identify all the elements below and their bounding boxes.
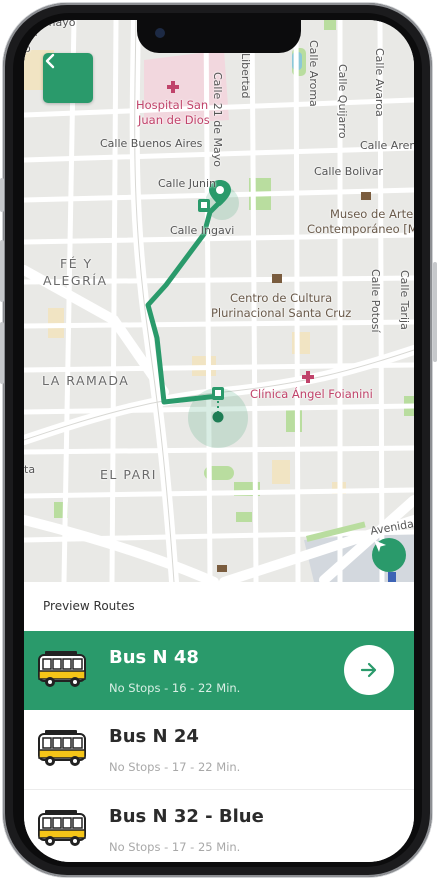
route-item-bus-48[interactable]: Bus N 48 No Stops - 16 - 22 Min. <box>24 631 414 710</box>
map-label-street: Calle Ingavi <box>170 224 235 237</box>
map-label-street: Calle Potosí <box>369 269 382 333</box>
map-label-street: Calle Quijarro <box>336 64 349 139</box>
back-button[interactable] <box>43 53 93 103</box>
map-label-street: Calle Aroma <box>307 40 320 107</box>
locate-button[interactable] <box>372 538 406 572</box>
map-label-district: LA RAMADA <box>42 373 130 388</box>
go-button[interactable] <box>344 645 394 695</box>
map-label-cultural-center: Plurinacional Santa Cruz <box>211 306 352 320</box>
map-label-street: Calle Bolivar <box>314 165 383 178</box>
map-label-hospital: Hospital San <box>136 98 209 112</box>
map-label-hospital: Juan de Dios <box>138 113 210 127</box>
mute-switch <box>0 178 4 212</box>
map-label-street: Calle Tarija <box>398 270 411 330</box>
route-item-bus-32[interactable]: Bus N 32 - Blue No Stops - 17 - 25 Min. <box>24 790 414 862</box>
map-label-street: Calle Buenos Aires <box>100 137 203 150</box>
map-label-clinic: Clínica Ángel Foianini <box>250 387 373 401</box>
route-name: Bus N 32 - Blue <box>109 806 264 827</box>
map-label-street: Libertad <box>239 53 252 99</box>
map-label-street: Calle Junin <box>158 177 217 190</box>
map-label-museum: Museo de Arte <box>330 207 414 221</box>
chevron-left-icon <box>45 53 55 69</box>
map-label-fragment: amayo <box>38 20 76 29</box>
navigation-arrow-icon <box>374 540 386 552</box>
notch <box>137 20 301 53</box>
camera-icon <box>155 28 165 38</box>
route-meta: No Stops - 17 - 25 Min. <box>109 840 241 854</box>
map-label-fragment: na <box>24 26 38 39</box>
map-label-street: Calle 21 de Mayo <box>211 72 224 168</box>
volume-up-button <box>0 240 4 302</box>
bus-icon <box>38 810 86 846</box>
volume-down-button <box>0 322 4 384</box>
route-meta: No Stops - 16 - 22 Min. <box>109 681 241 695</box>
map-label-street: Calle Aren <box>360 139 414 152</box>
route-name: Bus N 48 <box>109 647 199 668</box>
map-label-cultural-center: Centro de Cultura <box>230 291 333 305</box>
sheet-title: Preview Routes <box>43 599 135 613</box>
map-label-district: FÉ Y <box>60 256 93 271</box>
map-label-district: EL PARI <box>100 467 157 482</box>
arrow-right-icon <box>360 662 377 678</box>
bus-icon <box>38 730 86 766</box>
map-label-fragment: ta <box>24 463 36 476</box>
route-map[interactable]: amayo na o Hospital San Juan de Dios Cal… <box>24 20 414 582</box>
route-meta: No Stops - 17 - 22 Min. <box>109 760 241 774</box>
route-name: Bus N 24 <box>109 726 199 747</box>
app-screen: amayo na o Hospital San Juan de Dios Cal… <box>24 20 414 862</box>
bus-icon <box>38 651 86 687</box>
map-label-fragment: o <box>24 42 31 55</box>
route-item-bus-24[interactable]: Bus N 24 No Stops - 17 - 22 Min. <box>24 710 414 790</box>
map-label-museum: Contemporáneo [MA <box>307 222 414 236</box>
map-label-district: ALEGRÍA <box>43 273 108 288</box>
routes-sheet: Preview Routes Bus N 48 No Stops - 16 - … <box>24 582 414 862</box>
power-button <box>433 262 437 362</box>
map-label-street: Calle Avaroa <box>373 48 386 117</box>
